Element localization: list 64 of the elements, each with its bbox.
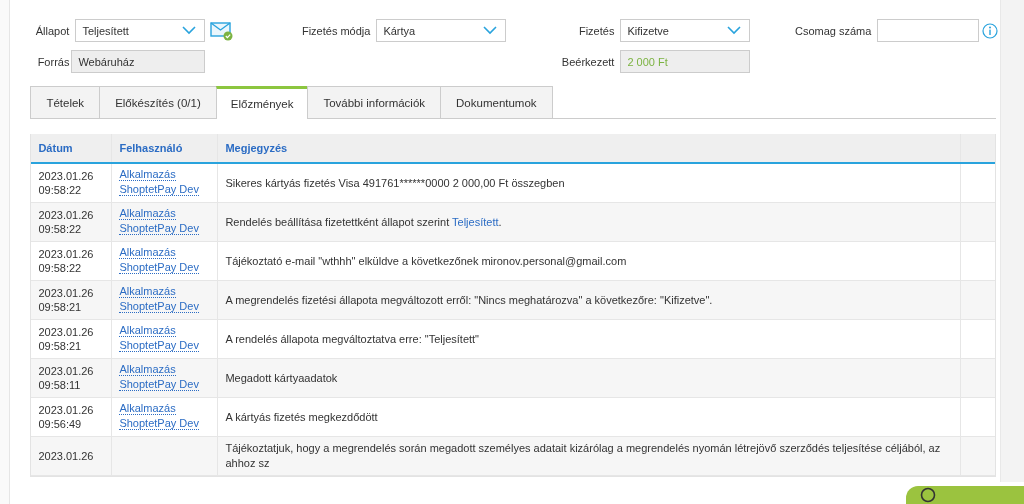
status-select[interactable]: Teljesített [75, 19, 206, 42]
note-text: Tájékoztató e-mail "wthhh" elküldve a következőnek mironov.personal@gmail.com [225, 253, 627, 269]
time-text: 09:58:21 [38, 339, 82, 353]
note-text: Rendelés beállítása fizetettként állapot szerint Teljesített. [225, 214, 502, 230]
time-text: 09:58:21 [38, 300, 82, 314]
user-link[interactable]: ShoptetPay Dev [119, 378, 199, 391]
column-header: Dátum [38, 142, 73, 154]
date-text: 2023.01.26 [38, 364, 94, 378]
user-link[interactable]: ShoptetPay Dev [119, 339, 199, 352]
chevron-down-icon [182, 26, 197, 35]
user-link[interactable]: ShoptetPay Dev [119, 300, 199, 313]
chevron-down-icon [483, 26, 498, 35]
status-link[interactable]: Teljesített [452, 215, 499, 228]
time-text: 09:58:22 [38, 222, 82, 236]
user-link[interactable]: Alkalmazás [119, 207, 176, 220]
date-text: 2023.01.26 [38, 403, 94, 417]
user-link[interactable]: ShoptetPay Dev [119, 222, 199, 235]
tab[interactable]: Előkészítés (0/1) [99, 86, 217, 118]
date-text: 2023.01.26 [38, 449, 94, 463]
field-label: Fizetés módja [301, 24, 372, 37]
user-link[interactable]: Alkalmazás [119, 402, 176, 415]
time-text: 09:58:11 [38, 378, 81, 392]
note-text: A rendelés állapota megváltoztatva erre: "Teljesített" [225, 331, 480, 347]
date-text: 2023.01.26 [38, 286, 94, 300]
tab[interactable]: Tételek [30, 86, 101, 118]
user-link[interactable]: Alkalmazás [119, 324, 176, 337]
tab[interactable]: Dokumentumok [440, 86, 553, 118]
column-header: Felhasználó [119, 142, 183, 154]
user-link[interactable]: Alkalmazás [119, 285, 176, 298]
user-link[interactable]: Alkalmazás [119, 363, 176, 376]
info-icon[interactable] [982, 22, 999, 39]
note-text: Sikeres kártyás fizetés Visa 491761******0000 2 000,00 Ft összegben [225, 175, 565, 191]
user-link[interactable]: ShoptetPay Dev [119, 417, 199, 430]
tab[interactable]: Előzmények [215, 86, 309, 119]
user-link[interactable]: ShoptetPay Dev [119, 183, 199, 196]
field-label: Fizetés [578, 24, 616, 37]
user-link[interactable]: ShoptetPay Dev [119, 261, 199, 274]
tab[interactable]: További információk [307, 86, 442, 118]
field-label: Forrás [37, 55, 71, 68]
time-text: 09:58:22 [38, 183, 82, 197]
note-text: A kártyás fizetés megkezdődött [225, 409, 378, 425]
note-text: Tájékoztatjuk, hogy a megrendelés során megadott személyes adatait kizárólag a megrendelés nyomán létrejövő szerződés teljesítése céljából, az ahhoz sz [225, 441, 942, 471]
chat-bubble-icon [920, 487, 936, 503]
chat-button[interactable] [906, 486, 1024, 504]
date-text: 2023.01.26 [38, 208, 94, 222]
envelope-check-icon[interactable] [210, 20, 235, 41]
user-link[interactable]: Alkalmazás [119, 246, 176, 259]
date-text: 2023.01.26 [38, 325, 94, 339]
column-header: Megjegyzés [225, 142, 288, 154]
payment-select[interactable]: Kifizetve [620, 19, 751, 42]
field-label: Állapot [35, 24, 71, 37]
note-text: Megadott kártyaadatok [225, 370, 338, 386]
field-label: Csomag száma [795, 24, 873, 37]
payment-method-select[interactable]: Kártya [376, 19, 507, 42]
user-link[interactable]: Alkalmazás [119, 168, 176, 181]
package-number-input[interactable] [877, 19, 980, 42]
chevron-down-icon [727, 26, 742, 35]
field-label: Beérkezett [561, 55, 616, 68]
time-text: 09:56:49 [38, 417, 82, 431]
source-field[interactable]: Webáruház [71, 50, 206, 73]
date-text: 2023.01.26 [38, 247, 94, 261]
date-text: 2023.01.26 [38, 169, 94, 183]
note-text: A megrendelés fizetési állapota megváltozott erről: "Nincs meghatározva" a következőre: "Kifizetve". [225, 292, 713, 308]
time-text: 09:58:22 [38, 261, 82, 275]
